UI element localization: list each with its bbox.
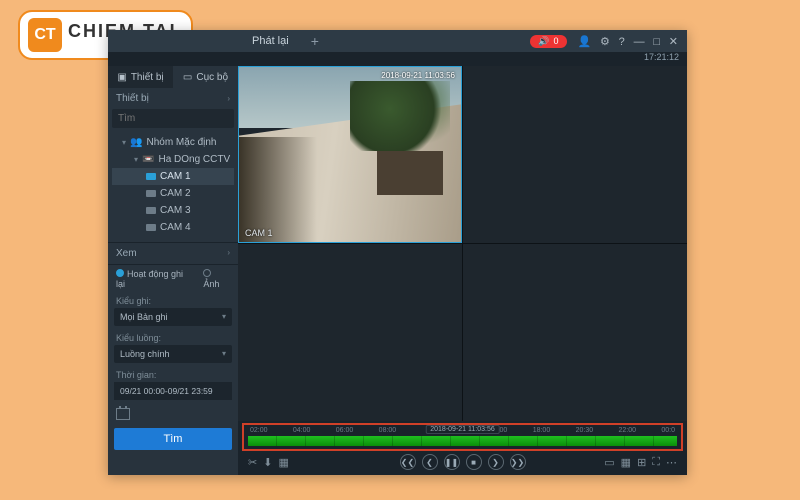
sidebar: ▣ Thiết bị ▭ Cục bộ Thiết bị › 🔍 ▾ 👥 [108,66,238,475]
tree-cam-4[interactable]: CAM 4 [112,219,234,236]
chevron-right-icon: › [227,248,230,259]
tick: 04:00 [293,427,311,434]
tick: 00:0 [661,427,675,434]
tree-cam-3[interactable]: CAM 3 [112,202,234,219]
time-ticks: 02:00 04:00 06:00 08:00 14:00 16:00 18:0… [246,427,679,436]
tick: 08:00 [379,427,397,434]
search-input[interactable] [118,113,250,124]
chevron-down-icon: ▾ [222,312,226,322]
app-window: Phát lại + 🔊 0 👤 ⚙ ? — □ ✕ 17:21:12 ▣ [108,30,687,475]
tree-cam-1[interactable]: CAM 1 [112,168,234,185]
viewport: 2018-09-21 11:03:56 CAM 1 02:00 04:00 06… [238,66,687,475]
maximize-icon[interactable]: □ [650,36,663,48]
video-cell-2[interactable] [463,66,687,243]
camera-icon [146,207,156,214]
tree-group-label: Nhóm Mặc định [146,137,216,148]
tick: 18:00 [533,427,551,434]
view-header[interactable]: Xem › [108,243,238,264]
layout-4-icon[interactable]: ▦ [621,456,631,469]
timeline: 02:00 04:00 06:00 08:00 14:00 16:00 18:0… [238,421,687,475]
video-cell-3[interactable] [238,244,462,421]
alert-count: 0 [554,36,559,46]
tree-cam-label: CAM 2 [160,188,191,199]
fullscreen-icon[interactable]: ⛶ [652,456,660,469]
rewind-button[interactable]: ❮ [422,454,438,470]
search-button[interactable]: Tìm [114,428,232,450]
next-frame-button[interactable]: ❯❯ [510,454,526,470]
gear-icon[interactable]: ⚙ [597,36,613,48]
close-icon[interactable]: ✕ [666,36,681,48]
more-icon[interactable]: ⋯ [666,456,677,469]
device-search[interactable]: 🔍 [112,109,234,128]
volume-icon: 🔊 [538,36,549,47]
sidebar-tab-local-label: Cục bộ [196,72,228,83]
tab-playback[interactable]: Phát lại [244,31,297,51]
camera-icon [146,173,156,180]
sidebar-tab-device-label: Thiết bị [131,72,164,83]
minimize-icon[interactable]: — [631,36,648,48]
video-grid: 2018-09-21 11:03:56 CAM 1 [238,66,687,421]
radio-record-activity[interactable]: Hoạt động ghi lại [116,269,193,289]
nvr-icon: 📼 [142,154,154,165]
layout-1-icon[interactable]: ▭ [604,456,614,469]
alert-pill[interactable]: 🔊 0 [530,35,566,48]
device-tree: ▾ 👥 Nhóm Mặc định ▾ 📼 Ha DOng CCTV CAM 1… [108,132,238,242]
tick: 20:30 [576,427,594,434]
local-icon: ▭ [183,72,192,83]
layout-grid-icon[interactable]: ⊞ [637,456,646,469]
brand-icon: CT [28,18,62,52]
chevron-right-icon: › [227,94,230,103]
chevron-down-icon: ▾ [222,349,226,359]
tree-site-label: Ha DOng CCTV [158,154,230,165]
tree-cam-label: CAM 4 [160,222,191,233]
titlebar: Phát lại + 🔊 0 👤 ⚙ ? — □ ✕ [108,30,687,52]
time-range[interactable]: 09/21 00:00-09/21 23:59 [114,382,232,400]
forward-button[interactable]: ❯ [488,454,504,470]
playback-controls: ✂ ⬇ ▦ ❮❮ ❮ ❚❚ ■ ❯ ❯❯ ▭ ▦ ⊞ ⛶ ⋯ [242,451,683,473]
time-label: Thời gian: [108,367,238,380]
calendar-icon[interactable] [116,408,130,420]
video-feed [239,67,461,242]
camera-icon [146,190,156,197]
stop-button[interactable]: ■ [466,454,482,470]
osd-camera-name: CAM 1 [245,228,273,238]
expand-icon: ▾ [134,155,138,164]
stream-label: Kiểu luồng: [108,330,238,343]
user-icon[interactable]: 👤 [575,36,595,48]
clock: 17:21:12 [108,52,687,66]
video-cell-4[interactable] [463,244,687,421]
sidebar-tab-device[interactable]: ▣ Thiết bị [108,66,173,88]
radio-photo[interactable]: Ảnh [203,269,230,289]
timeline-playhead-label: 2018-09-21 11:03:56 [425,425,499,434]
video-cell-1[interactable]: 2018-09-21 11:03:56 CAM 1 [238,66,462,243]
tick: 22:00 [618,427,636,434]
timeline-bar[interactable] [248,436,677,446]
pause-button[interactable]: ❚❚ [444,454,460,470]
expand-icon: ▾ [122,138,126,147]
timeline-highlight: 02:00 04:00 06:00 08:00 14:00 16:00 18:0… [242,423,683,451]
tree-cam-2[interactable]: CAM 2 [112,185,234,202]
sidebar-tab-local[interactable]: ▭ Cục bộ [173,66,238,88]
filter-icon[interactable]: ▦ [278,456,288,469]
device-icon: ▣ [117,72,126,83]
osd-timestamp: 2018-09-21 11:03:56 [381,71,455,80]
tree-group[interactable]: ▾ 👥 Nhóm Mặc định [112,134,234,151]
tab-add-button[interactable]: + [305,33,325,49]
prev-frame-button[interactable]: ❮❮ [400,454,416,470]
rectype-select[interactable]: Mọi Bản ghi ▾ [114,308,232,326]
stream-select[interactable]: Luồng chính ▾ [114,345,232,363]
tree-site[interactable]: ▾ 📼 Ha DOng CCTV [112,151,234,168]
help-icon[interactable]: ? [616,36,628,48]
tick: 02:00 [250,427,268,434]
scissors-icon[interactable]: ✂ [248,456,257,469]
download-icon[interactable]: ⬇ [263,456,272,469]
camera-icon [146,224,156,231]
tree-cam-label: CAM 1 [160,171,191,182]
devices-header[interactable]: Thiết bị › [108,88,238,109]
tick: 06:00 [336,427,354,434]
tree-cam-label: CAM 3 [160,205,191,216]
rectype-label: Kiểu ghi: [108,293,238,306]
group-icon: 👥 [130,137,142,148]
